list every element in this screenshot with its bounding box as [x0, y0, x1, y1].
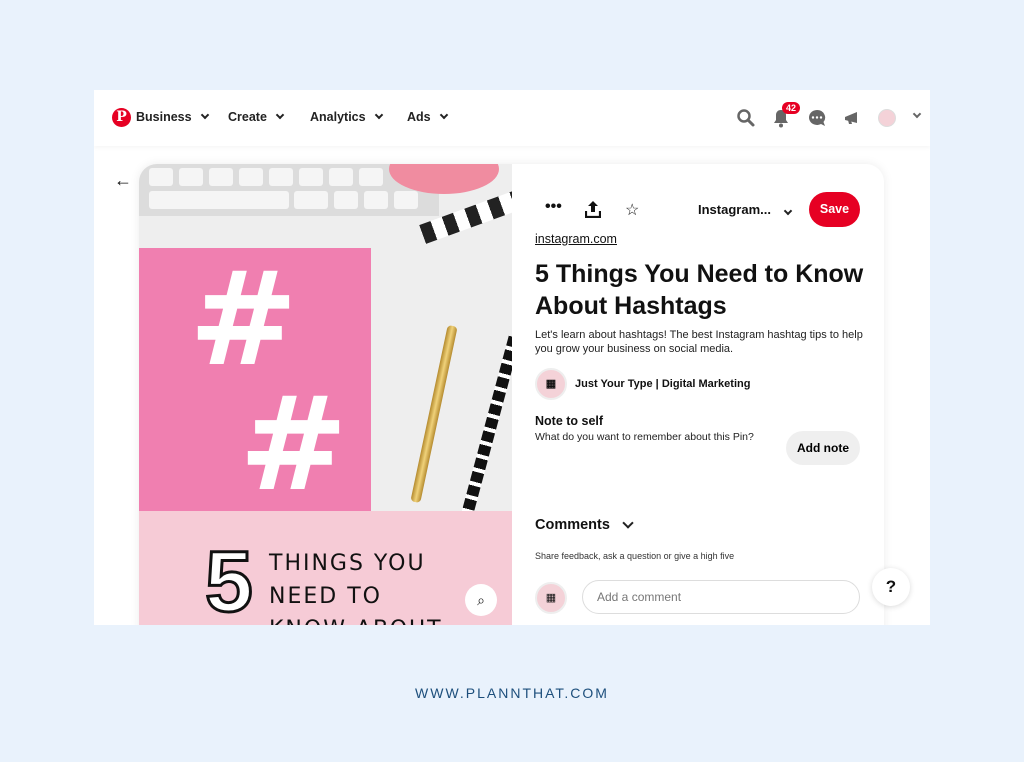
messages-icon[interactable] — [807, 108, 827, 128]
nav-business[interactable]: Business — [136, 110, 209, 124]
dotted-pencil — [459, 335, 512, 523]
pink-card: # # — [139, 243, 371, 520]
author-avatar[interactable]: ▦ — [535, 368, 567, 400]
star-icon[interactable]: ☆ — [625, 200, 639, 220]
image-text-line: NEED TO — [269, 584, 382, 609]
author-name[interactable]: Just Your Type | Digital Marketing — [575, 378, 750, 390]
pin-title: 5 Things You Need to Know About Hashtags — [535, 260, 864, 320]
source-link[interactable]: instagram.com — [535, 232, 617, 246]
pin-closeup-card: # # 5 THINGS YOU NEED TO KNOW ABOUT ⌕ ••… — [139, 164, 884, 625]
note-heading: Note to self — [535, 414, 604, 428]
chevron-down-icon — [374, 110, 383, 120]
chevron-down-icon — [439, 110, 448, 120]
chevron-down-icon — [275, 110, 285, 120]
image-text-line: THINGS YOU — [269, 551, 426, 576]
comments-toggle[interactable]: Comments — [535, 517, 634, 533]
comments-subtext: Share feedback, ask a question or give a… — [535, 551, 735, 561]
visual-search-icon[interactable]: ⌕ — [465, 584, 497, 616]
nav-label: Ads — [407, 110, 431, 124]
hash-glyph: # — [239, 368, 348, 520]
user-avatar[interactable] — [878, 109, 896, 127]
add-note-button[interactable]: Add note — [786, 431, 860, 465]
comments-heading: Comments — [535, 517, 610, 533]
author-row[interactable]: ▦ Just Your Type | Digital Marketing — [535, 368, 750, 400]
nav-label: Analytics — [310, 110, 366, 124]
megaphone-icon[interactable] — [842, 108, 862, 128]
nav-analytics[interactable]: Analytics — [310, 110, 383, 124]
help-button[interactable]: ? — [872, 568, 910, 606]
footer-url: WWW.PLANNTHAT.COM — [415, 685, 609, 701]
chevron-down-icon — [622, 517, 634, 529]
image-number: 5 — [204, 534, 255, 626]
comment-input[interactable]: Add a comment — [582, 580, 860, 614]
chevron-down-icon — [200, 110, 209, 120]
gold-pen — [410, 324, 458, 504]
nav-label: Business — [136, 110, 192, 124]
pin-image[interactable]: # # 5 THINGS YOU NEED TO KNOW ABOUT ⌕ — [139, 164, 512, 625]
back-arrow-icon[interactable]: ← — [114, 170, 132, 191]
search-icon[interactable] — [736, 108, 756, 128]
image-text-line: KNOW ABOUT — [269, 617, 443, 625]
commenter-avatar: ▦ — [535, 582, 567, 614]
pinterest-logo-icon[interactable]: P — [112, 108, 131, 127]
top-nav: P Business Create Analytics Ads 42 — [94, 90, 930, 146]
nav-label: Create — [228, 110, 267, 124]
account-chevron-icon[interactable] — [912, 109, 922, 119]
pin-details: ••• ☆ Instagram... Save instagram.com 5 … — [535, 164, 865, 625]
board-name: Instagram... — [698, 202, 771, 217]
nav-ads[interactable]: Ads — [407, 110, 448, 124]
share-icon[interactable] — [585, 200, 601, 218]
more-options-icon[interactable]: ••• — [545, 198, 562, 216]
board-select[interactable]: Instagram... — [698, 202, 793, 217]
pin-description: Let's learn about hashtags! The best Ins… — [535, 329, 863, 355]
notification-badge: 42 — [782, 102, 801, 114]
nav-create[interactable]: Create — [228, 110, 285, 124]
save-button[interactable]: Save — [809, 192, 860, 227]
chevron-down-icon — [783, 206, 793, 216]
browser-frame: P Business Create Analytics Ads 42 ← # # — [94, 90, 930, 625]
note-prompt: What do you want to remember about this … — [535, 431, 754, 443]
